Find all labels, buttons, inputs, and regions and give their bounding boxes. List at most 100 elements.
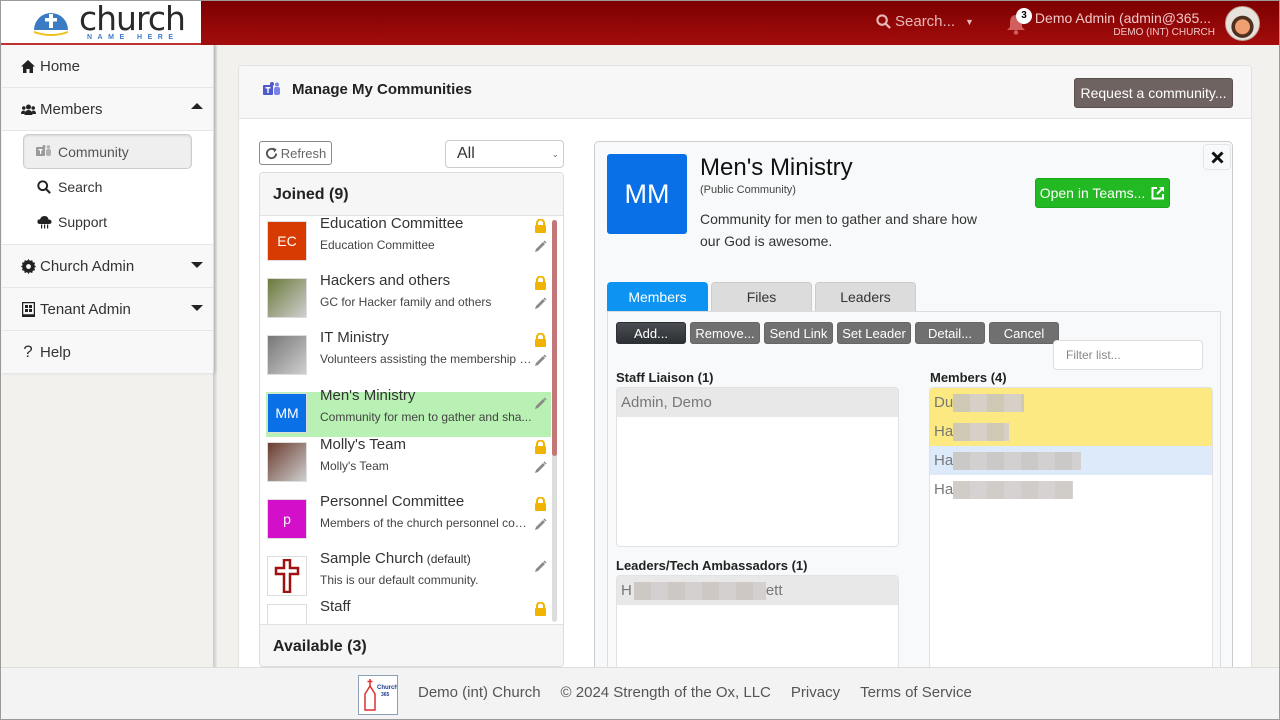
member-row[interactable]: Ha xyxy=(930,475,1212,504)
community-list-item[interactable]: Staff xyxy=(266,598,551,624)
close-icon xyxy=(1210,150,1224,164)
member-row[interactable]: Du xyxy=(930,388,1212,417)
user-church: DEMO (INT) CHURCH xyxy=(1113,27,1215,38)
leader-row[interactable]: Hett xyxy=(617,576,898,605)
tab-leaders[interactable]: Leaders xyxy=(815,282,916,311)
communities-list: Joined (9) EC Education Committee Educatio… xyxy=(259,172,564,667)
community-filter-select[interactable]: All ⌄ xyxy=(445,140,564,168)
send-link-button[interactable]: Send Link xyxy=(764,322,833,344)
community-description: GC for Hacker family and others xyxy=(320,295,492,309)
community-list-item[interactable]: p Personnel Committee Members of the churc… xyxy=(266,493,551,543)
person-name-prefix: Du xyxy=(934,394,954,411)
community-name: Molly's Team xyxy=(320,436,406,453)
request-community-button[interactable]: Request a community... xyxy=(1074,78,1233,108)
community-photo xyxy=(267,278,307,318)
sidebar-item-tenant-admin[interactable]: Tenant Admin xyxy=(2,288,213,331)
edit-pencil-icon[interactable] xyxy=(533,518,547,532)
svg-text:Church: Church xyxy=(377,685,397,691)
cancel-button[interactable]: Cancel xyxy=(989,322,1059,344)
page-title: Manage My Communities xyxy=(292,81,473,98)
edit-pencil-icon[interactable] xyxy=(533,461,547,475)
sidebar-item-label: Help xyxy=(40,343,71,361)
staff-row[interactable]: Admin, Demo xyxy=(617,388,898,417)
filter-list-input[interactable] xyxy=(1053,340,1203,370)
community-list-item[interactable]: IT Ministry Volunteers assisting the memb… xyxy=(266,329,551,379)
staff-liaison-list: Admin, Demo xyxy=(616,387,899,547)
user-name[interactable]: Demo Admin (admin@365... xyxy=(1035,10,1211,26)
leaders-label: Leaders/Tech Ambassadors (1) xyxy=(616,558,808,573)
community-avatar xyxy=(267,604,307,624)
member-row[interactable]: Ha xyxy=(930,417,1212,446)
sidebar-item-members[interactable]: Members xyxy=(2,88,213,131)
person-name-suffix: ett xyxy=(765,582,783,599)
community-description: Community for men to gather and sha... xyxy=(320,410,532,424)
scrollbar-thumb[interactable] xyxy=(552,220,557,456)
set-leader-button[interactable]: Set Leader xyxy=(837,322,911,344)
edit-pencil-icon[interactable] xyxy=(533,397,547,411)
person-name-prefix: Ha xyxy=(934,452,954,469)
open-in-teams-label: Open in Teams... xyxy=(1039,185,1146,201)
community-avatar xyxy=(267,556,307,596)
sidebar-item-search[interactable]: Search xyxy=(2,169,213,204)
user-avatar[interactable] xyxy=(1225,6,1260,41)
teams-icon xyxy=(36,145,52,158)
close-button[interactable] xyxy=(1203,144,1231,170)
add-button[interactable]: Add... xyxy=(616,322,686,344)
privacy-link[interactable]: Privacy xyxy=(791,684,840,701)
remove-button[interactable]: Remove... xyxy=(690,322,760,344)
redacted-name xyxy=(953,422,1010,441)
refresh-button[interactable]: Refresh xyxy=(259,141,332,165)
edit-pencil-icon[interactable] xyxy=(533,297,547,311)
sidebar-item-community[interactable]: Community xyxy=(23,134,192,169)
sidebar-item-help[interactable]: ? Help xyxy=(2,331,213,374)
community-list-item[interactable]: Sample Church (default) This is our defau… xyxy=(266,550,551,600)
member-row[interactable]: Ha xyxy=(930,446,1212,475)
open-in-teams-button[interactable]: Open in Teams... xyxy=(1035,178,1170,208)
edit-pencil-icon[interactable] xyxy=(533,354,547,368)
tab-files[interactable]: Files xyxy=(711,282,812,311)
edit-pencil-icon[interactable] xyxy=(533,560,547,574)
community-list-item[interactable]: MM Men's Ministry Community for men to gat… xyxy=(266,387,551,437)
church-logo[interactable]: church NAME HERE xyxy=(1,1,201,45)
filter-value: All xyxy=(457,145,475,162)
available-header[interactable]: Available (3) xyxy=(260,624,563,666)
lock-icon xyxy=(534,439,547,454)
teams-icon xyxy=(263,82,280,95)
community-list-item[interactable]: Hackers and others GC for Hacker family a… xyxy=(266,272,551,322)
notification-badge: 3 xyxy=(1016,8,1032,24)
community-description: Molly's Team xyxy=(320,459,389,473)
community-list-item[interactable]: Molly's Team Molly's Team xyxy=(266,436,551,486)
church-dome-icon xyxy=(34,13,68,36)
sidebar-item-support[interactable]: Support xyxy=(2,204,213,239)
sidebar-item-church-admin[interactable]: Church Admin xyxy=(2,245,213,288)
detail-button[interactable]: Detail... xyxy=(915,322,985,344)
card-header: Manage My Communities Request a communit… xyxy=(239,66,1251,119)
community-photo xyxy=(267,442,307,482)
edit-pencil-icon[interactable] xyxy=(533,240,547,254)
external-link-icon xyxy=(1151,186,1165,200)
community-name: Hackers and others xyxy=(320,272,451,289)
default-tag: (default) xyxy=(423,552,471,566)
members-tab-body: Add... Remove... Send Link Set Leader De… xyxy=(607,311,1221,686)
caret-down-icon xyxy=(191,305,203,311)
cross-icon xyxy=(274,559,300,593)
redacted-name xyxy=(953,393,1025,412)
community-name: Staff xyxy=(320,598,351,615)
redacted-name xyxy=(953,480,1074,499)
community-photo xyxy=(267,335,307,375)
redacted-name xyxy=(953,451,1082,470)
community-list-item[interactable]: EC Education Committee Education Committee xyxy=(266,216,551,265)
tab-members[interactable]: Members xyxy=(607,282,708,311)
footer-links: Demo (int) Church © 2024 Strength of the… xyxy=(418,684,992,701)
community-avatar: p xyxy=(267,499,307,539)
community-description: Members of the church personnel com... xyxy=(320,516,532,530)
global-search-dropdown[interactable]: Search... ▼ xyxy=(876,13,974,30)
sidebar-item-home[interactable]: Home xyxy=(2,45,213,88)
community-description: This is our default community. xyxy=(320,573,479,587)
community-name: Education Committee xyxy=(320,216,464,232)
logo-wordmark: church xyxy=(79,0,186,38)
refresh-icon xyxy=(265,146,277,159)
joined-header[interactable]: Joined (9) xyxy=(260,173,563,216)
sidebar-item-label: Members xyxy=(40,100,103,118)
terms-link[interactable]: Terms of Service xyxy=(860,684,972,701)
